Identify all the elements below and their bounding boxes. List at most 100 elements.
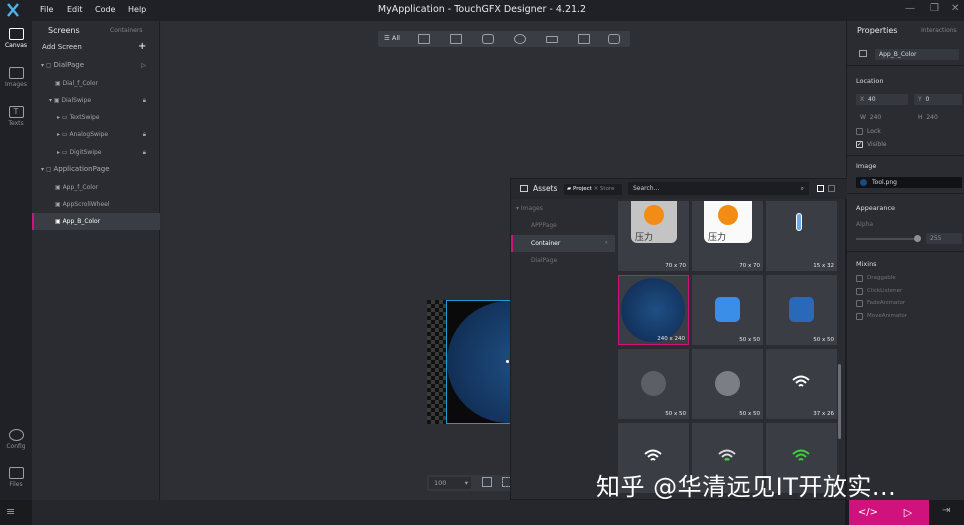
close-icon[interactable]: ✕ (951, 3, 959, 14)
asset-tile[interactable]: 压力 70 x 70 (692, 201, 763, 271)
folder-icon (8, 467, 24, 479)
alpha-slider-knob[interactable] (914, 235, 921, 242)
tab-interactions[interactable]: Interactions (921, 27, 957, 34)
shapes-icon[interactable] (514, 34, 526, 44)
y-field[interactable]: Y 0 (914, 94, 962, 105)
tree-item-textswipe[interactable]: ▸ ▭ TextSwipe (32, 109, 160, 126)
exit-icon[interactable]: ⇥ (942, 505, 950, 516)
lock-checkbox[interactable] (856, 128, 863, 135)
image-widget-icon[interactable] (450, 34, 462, 44)
tree-item-applicationpage[interactable]: ▾ ▢ ApplicationPage (32, 161, 160, 178)
nav-config[interactable]: Config (0, 429, 32, 450)
images-folder[interactable]: ▾ Images (516, 205, 543, 212)
fit-icon[interactable] (482, 477, 492, 487)
zoom-select[interactable]: 100 ▾ (429, 477, 471, 489)
add-screen-label[interactable]: Add Screen (42, 43, 82, 51)
tree-item-dialpage[interactable]: ▾ ▢ DialPage ▷ (32, 57, 160, 74)
assets-scrollbar[interactable] (838, 364, 841, 439)
tree-label: ApplicationPage (53, 165, 110, 173)
mixin-label: ClickListener (867, 288, 903, 294)
grid-view-icon[interactable] (817, 185, 824, 192)
tree-item-dialswipe[interactable]: ▾ ▣ DialSwipe 🔒︎ (32, 92, 160, 109)
clicklistener-checkbox[interactable] (856, 288, 863, 295)
minimize-icon[interactable]: — (905, 3, 915, 14)
hamburger-icon[interactable]: ≡ (6, 505, 15, 518)
asset-tile[interactable]: 50 x 50 (618, 349, 689, 419)
tree-item-digitswipe[interactable]: ▸ ▭ DigitSwipe 🔒︎ (32, 144, 160, 161)
add-screen-button[interactable]: + (138, 41, 146, 52)
grey-u-icon (641, 371, 666, 396)
tree-item-dial-f-color[interactable]: ▣ Dial_f_Color (32, 75, 160, 92)
tab-store-label: Store (599, 186, 615, 192)
tab-store[interactable]: ✕ Store (594, 186, 615, 192)
selected-image-widget[interactable] (446, 300, 511, 424)
tree-item-app-f-color[interactable]: ▣ App_f_Color (32, 179, 160, 196)
folder-apppage[interactable]: APPPage (531, 222, 557, 229)
x-field[interactable]: X 40 (856, 94, 908, 105)
nav-texts[interactable]: T Texts (0, 106, 32, 127)
folder-dialpage[interactable]: DialPage (531, 257, 557, 264)
divider (847, 65, 964, 66)
asset-tile[interactable]: 15 x 32 (766, 201, 837, 271)
draggable-checkbox[interactable] (856, 275, 863, 282)
asset-tile-selected[interactable]: 240 x 240 (618, 275, 689, 345)
run-simulator-button[interactable]: ▷ (887, 500, 929, 525)
tree-item-appscrollwheel[interactable]: ▣ AppScrollWheel (32, 196, 160, 213)
nav-files[interactable]: Files (0, 467, 32, 488)
alpha-slider-track[interactable] (856, 238, 921, 240)
assets-title: Assets (533, 184, 558, 193)
image-select[interactable]: Tool.png (856, 177, 962, 188)
y-value: 0 (925, 96, 930, 103)
assets-panel: Assets ▰ Project ✕ Store Search... ⌕ ▾ I… (510, 178, 847, 501)
lock-icon[interactable]: 🔒︎ (143, 92, 146, 109)
layers-icon[interactable] (482, 34, 494, 44)
asset-tile[interactable]: 压力 70 x 70 (618, 201, 689, 271)
assets-search-input[interactable]: Search... ⌕ (628, 182, 809, 195)
lock-icon[interactable]: 🔒︎ (143, 144, 146, 161)
tab-containers[interactable]: Containers (110, 27, 142, 34)
generate-code-button[interactable]: </> (849, 500, 887, 525)
asset-tile[interactable]: 50 x 50 (692, 349, 763, 419)
asset-size: 240 x 240 (657, 336, 685, 342)
tab-properties[interactable]: Properties (857, 26, 897, 35)
folder-container: Container (531, 240, 561, 247)
canvas-icon (8, 28, 24, 40)
lock-icon[interactable]: 🔒︎ (143, 126, 146, 143)
nav-canvas[interactable]: Canvas (0, 28, 32, 49)
visible-checkbox[interactable]: ✓ (856, 141, 863, 148)
tree-item-app-b-color[interactable]: ▣ App_B_Color (32, 213, 160, 230)
list-view-icon[interactable] (828, 185, 835, 192)
tree-label: DigitSwipe (69, 149, 102, 156)
gauge-text: 压力 (635, 233, 654, 243)
assets-icon (520, 185, 528, 192)
folder-container-row[interactable]: Container › (511, 235, 615, 252)
progress-icon[interactable] (546, 36, 558, 43)
screen-icon[interactable] (418, 34, 430, 44)
center-handle[interactable] (506, 360, 509, 363)
moveanimator-checkbox[interactable] (856, 313, 863, 320)
alpha-value-field[interactable]: 255 (926, 233, 962, 244)
bottom-status-area (32, 500, 845, 525)
chevron-down-icon: ▾ (464, 479, 468, 487)
screens-panel: Screens Containers Add Screen + ▾ ▢ Dial… (32, 21, 160, 500)
asset-tile[interactable]: 37 x 26 (766, 349, 837, 419)
tab-project[interactable]: ▰ Project (567, 186, 592, 192)
wifi-green-icon (718, 449, 736, 461)
stack-icon[interactable] (608, 34, 620, 44)
asset-tile[interactable]: 50 x 50 (692, 275, 763, 345)
asset-tile[interactable]: 50 x 50 (766, 275, 837, 345)
search-icon[interactable]: ⌕ (801, 182, 804, 195)
maximize-icon[interactable]: ❐ (930, 3, 939, 14)
image-icon (8, 67, 24, 79)
tree-item-analogswipe[interactable]: ▸ ▭ AnalogSwipe 🔒︎ (32, 126, 160, 143)
widget-name-field[interactable]: App_B_Color (875, 49, 959, 60)
play-icon[interactable]: ▷ (141, 57, 146, 74)
screen-preview[interactable] (427, 300, 511, 424)
nav-images[interactable]: Images (0, 67, 32, 88)
tab-screens[interactable]: Screens (48, 26, 80, 35)
fadeanimator-checkbox[interactable] (856, 300, 863, 307)
asset-grid: 压力 70 x 70 压力 70 x 70 15 x 32 240 x 240 … (617, 199, 838, 501)
watermark-text: 知乎 @华清远见IT开放实... (596, 473, 897, 501)
cube-icon[interactable] (578, 34, 590, 44)
filter-all-button[interactable]: ☰ All (384, 34, 400, 42)
